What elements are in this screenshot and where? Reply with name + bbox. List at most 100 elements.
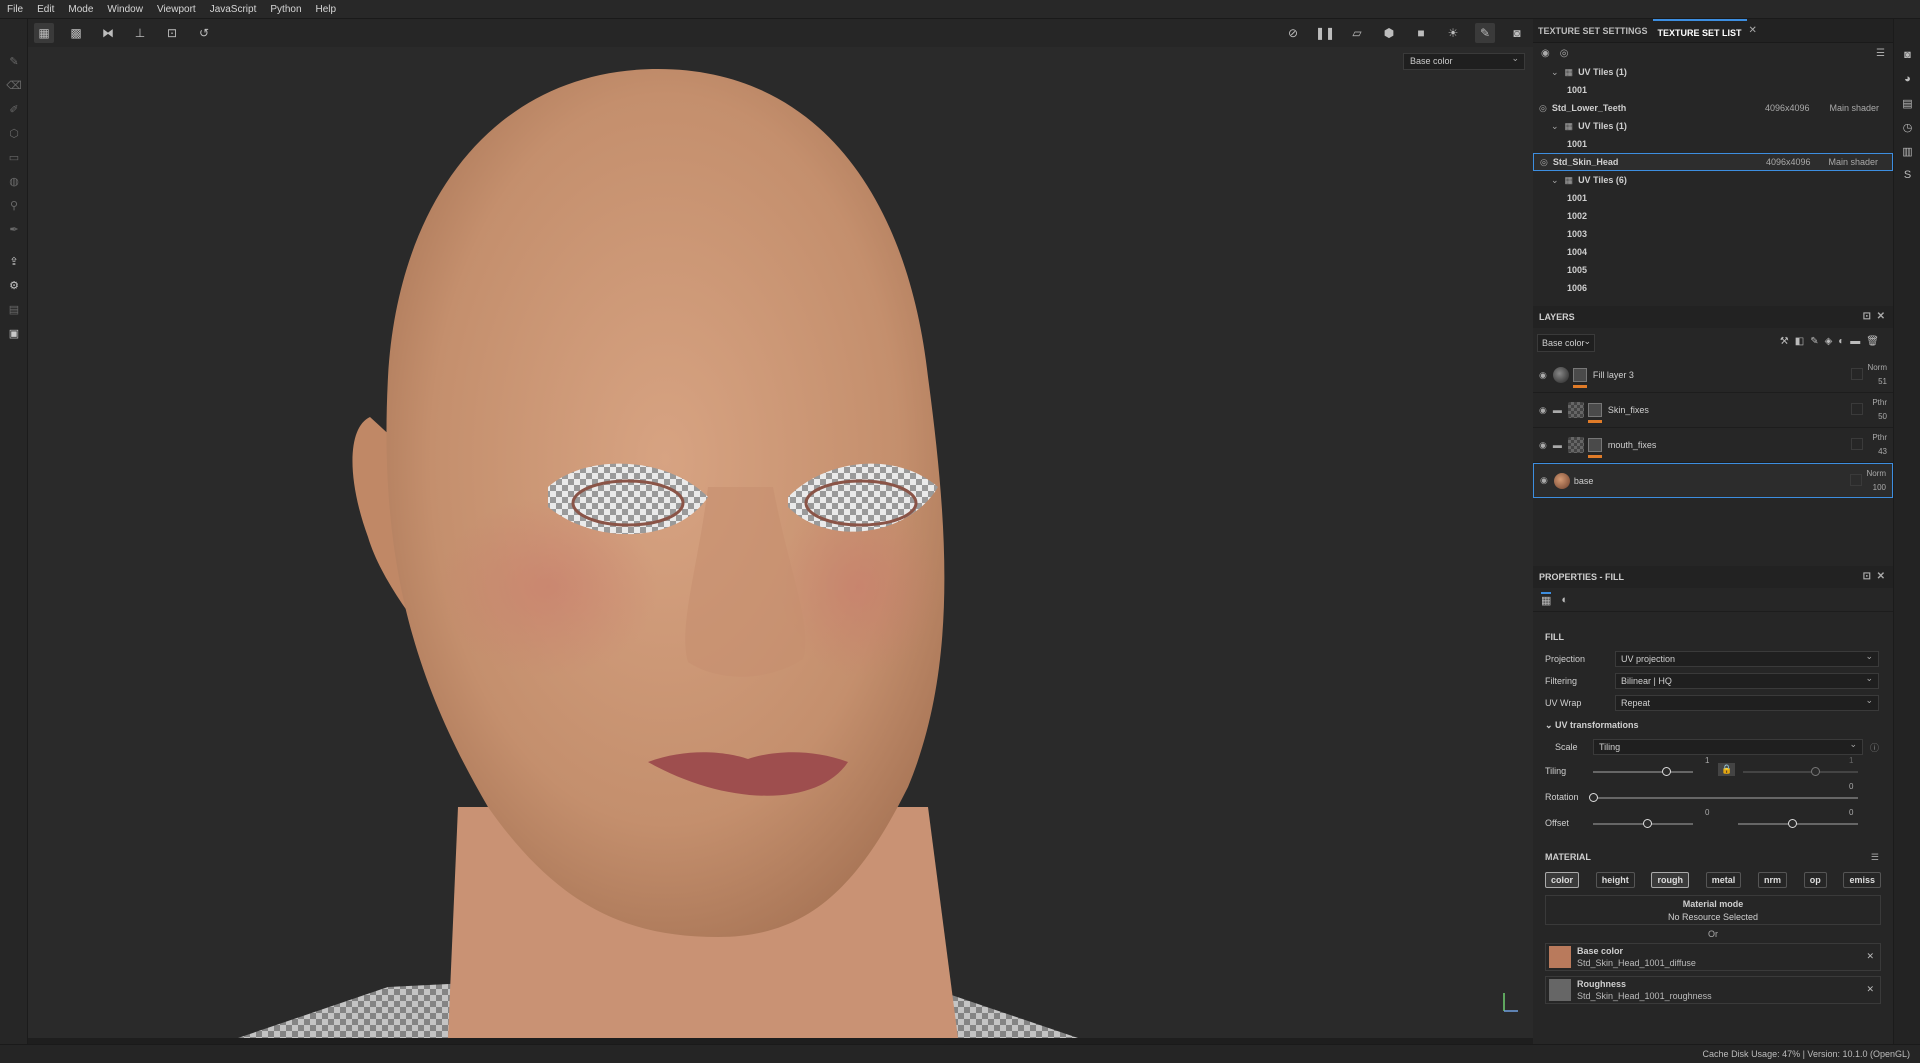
eye-icon[interactable]: ◎: [1540, 157, 1548, 168]
layer-row[interactable]: ◉ base Norm 100: [1533, 463, 1893, 498]
panel-controls-icon[interactable]: ⊡ ✕: [1863, 311, 1885, 322]
eraser-tool[interactable]: ⌫: [0, 73, 28, 97]
layer-row[interactable]: ◉ ▬ mouth_fixes Pthr 43: [1533, 428, 1893, 463]
symmetry-icon[interactable]: ⧓: [98, 23, 118, 43]
close-icon[interactable]: ✕: [1866, 984, 1874, 995]
scale-select[interactable]: Tiling: [1593, 739, 1863, 755]
3d-viewport[interactable]: Base color: [28, 47, 1533, 1038]
layer-mask[interactable]: [1587, 438, 1608, 458]
offset-slider-v[interactable]: [1738, 823, 1858, 825]
geometry-fill-tool[interactable]: ⬡: [0, 121, 28, 145]
menu-mode[interactable]: Mode: [61, 4, 100, 15]
layer-blend[interactable]: Pthr 50: [1872, 396, 1887, 424]
close-icon[interactable]: ✕: [1866, 951, 1874, 962]
menu-python[interactable]: Python: [263, 4, 308, 15]
channel-chip-nrm[interactable]: nrm: [1757, 872, 1787, 888]
resource-slot[interactable]: Roughness Std_Skin_Head_1001_roughness ✕: [1545, 976, 1881, 1004]
color-picker-tool[interactable]: ✒: [0, 217, 28, 241]
channel-chip-color[interactable]: color: [1545, 872, 1580, 888]
texture-set-row-set[interactable]: ◎ Std_Lower_Teeth 4096x4096 Main shader: [1533, 99, 1893, 117]
layer-mask[interactable]: [1572, 368, 1593, 388]
log-icon[interactable]: ▥: [1894, 139, 1920, 163]
menu-file[interactable]: File: [0, 4, 30, 15]
layer-checkbox[interactable]: [1851, 368, 1863, 380]
texture-set-row-set[interactable]: ◎ Std_Skin_Head 4096x4096 Main shader: [1533, 153, 1893, 171]
viewport-channel-select[interactable]: Base color: [1403, 53, 1525, 70]
substance-icon[interactable]: S: [1894, 163, 1920, 187]
menu-help[interactable]: Help: [309, 4, 344, 15]
lighting-icon[interactable]: ☀: [1443, 23, 1463, 43]
offset-knob-v[interactable]: [1788, 819, 1797, 828]
texture-set-row-tile[interactable]: 1005: [1533, 261, 1893, 279]
tiling-slider-v[interactable]: [1743, 771, 1858, 773]
channel-chip-op[interactable]: op: [1803, 872, 1827, 888]
material-menu-icon[interactable]: ☰: [1871, 852, 1879, 863]
texture-set-row-uv[interactable]: ⌄ ▦ UV Tiles (1): [1533, 117, 1893, 135]
tab-texture-set-list[interactable]: TEXTURE SET LIST: [1652, 18, 1747, 43]
uvwrap-select[interactable]: Repeat: [1615, 695, 1879, 711]
projection-select[interactable]: UV projection: [1615, 651, 1879, 667]
menu-javascript[interactable]: JavaScript: [203, 4, 264, 15]
layer-checkbox[interactable]: [1851, 403, 1863, 415]
layer-row[interactable]: ◉ ▬ Skin_fixes Pthr 50: [1533, 393, 1893, 428]
grid-dropdown-icon[interactable]: ▩: [66, 23, 86, 43]
close-icon[interactable]: ✕: [1749, 25, 1757, 36]
bake-icon[interactable]: ⚙: [0, 273, 28, 297]
layer-opacity[interactable]: 100: [1866, 481, 1886, 495]
filtering-select[interactable]: Bilinear | HQ: [1615, 673, 1879, 689]
rotation-knob[interactable]: [1589, 793, 1598, 802]
blend-mode[interactable]: Pthr: [1872, 396, 1887, 410]
eye-icon[interactable]: ◎: [1560, 48, 1569, 59]
texture-set-row-tile[interactable]: 1003: [1533, 225, 1893, 243]
channel-chip-metal[interactable]: metal: [1705, 872, 1742, 888]
pause-icon[interactable]: ❚❚: [1315, 23, 1335, 43]
layer-checkbox[interactable]: [1851, 438, 1863, 450]
tab-texture-set-settings[interactable]: TEXTURE SET SETTINGS: [1533, 19, 1653, 43]
layer-opacity[interactable]: 51: [1867, 375, 1887, 389]
grid-view-icon[interactable]: ▦: [34, 23, 54, 43]
texture-set-row-tile[interactable]: 1001: [1533, 135, 1893, 153]
uv-transformations-toggle[interactable]: ⌄ UV transformations: [1533, 720, 1639, 731]
shelf-icon[interactable]: ▤: [0, 297, 28, 321]
layer-actions[interactable]: ⚒◧✎◈◐▬🗑: [1780, 336, 1885, 347]
eye-icon[interactable]: ◉: [1539, 440, 1547, 451]
resource-slot[interactable]: Base color Std_Skin_Head_1001_diffuse ✕: [1545, 943, 1881, 971]
visibility-icon[interactable]: ◉: [1541, 48, 1550, 59]
shelf-icon[interactable]: ▤: [1894, 91, 1920, 115]
layer-blend[interactable]: Norm 100: [1866, 467, 1886, 495]
texture-set-row-uv[interactable]: ⌄ ▦ UV Tiles (6): [1533, 171, 1893, 189]
eye-icon[interactable]: ◉: [1539, 370, 1547, 381]
chevron-down-icon[interactable]: ⌄: [1551, 121, 1559, 132]
blend-mode[interactable]: Pthr: [1872, 431, 1887, 445]
display-3d-icon[interactable]: ⬢: [1379, 23, 1399, 43]
material-mode-box[interactable]: Material mode No Resource Selected: [1545, 895, 1881, 925]
projection-tool[interactable]: ✐: [0, 97, 28, 121]
texture-set-icon[interactable]: ◙: [1894, 43, 1920, 67]
history-icon[interactable]: ↺: [194, 23, 214, 43]
menu-icon[interactable]: ☰: [1876, 48, 1885, 59]
align-icon[interactable]: ⊥: [130, 23, 150, 43]
paint-mode-icon[interactable]: ✎: [1475, 23, 1495, 43]
material-icon[interactable]: ◐: [1561, 594, 1568, 606]
display-settings-icon[interactable]: ◕: [1894, 67, 1920, 91]
menu-window[interactable]: Window: [100, 4, 150, 15]
screenshot-icon[interactable]: ◙: [1507, 23, 1527, 43]
folder-icon[interactable]: ▬: [1553, 405, 1562, 415]
panel-controls-icon[interactable]: ⊡ ✕: [1863, 571, 1885, 582]
texture-set-row-tile[interactable]: 1001: [1533, 81, 1893, 99]
texture-set-row-tile[interactable]: 1002: [1533, 207, 1893, 225]
fill-settings-icon[interactable]: ▦: [1541, 592, 1552, 607]
paint-brush-tool[interactable]: ✎: [0, 49, 28, 73]
tiling-knob-v[interactable]: [1811, 767, 1820, 776]
layer-blend[interactable]: Norm 51: [1867, 361, 1887, 389]
blend-mode[interactable]: Norm: [1867, 361, 1887, 375]
channel-chip-rough[interactable]: rough: [1651, 872, 1689, 888]
texture-set-row-uv[interactable]: ⌄ ▦ UV Tiles (1): [1533, 63, 1893, 81]
hide-icon[interactable]: ⊘: [1283, 23, 1303, 43]
texture-set-row-tile[interactable]: 1004: [1533, 243, 1893, 261]
eye-icon[interactable]: ◎: [1539, 103, 1547, 114]
menu-edit[interactable]: Edit: [30, 4, 61, 15]
channel-chip-height[interactable]: height: [1595, 872, 1635, 888]
chevron-down-icon[interactable]: ⌄: [1551, 67, 1559, 78]
layer-opacity[interactable]: 43: [1872, 445, 1887, 459]
